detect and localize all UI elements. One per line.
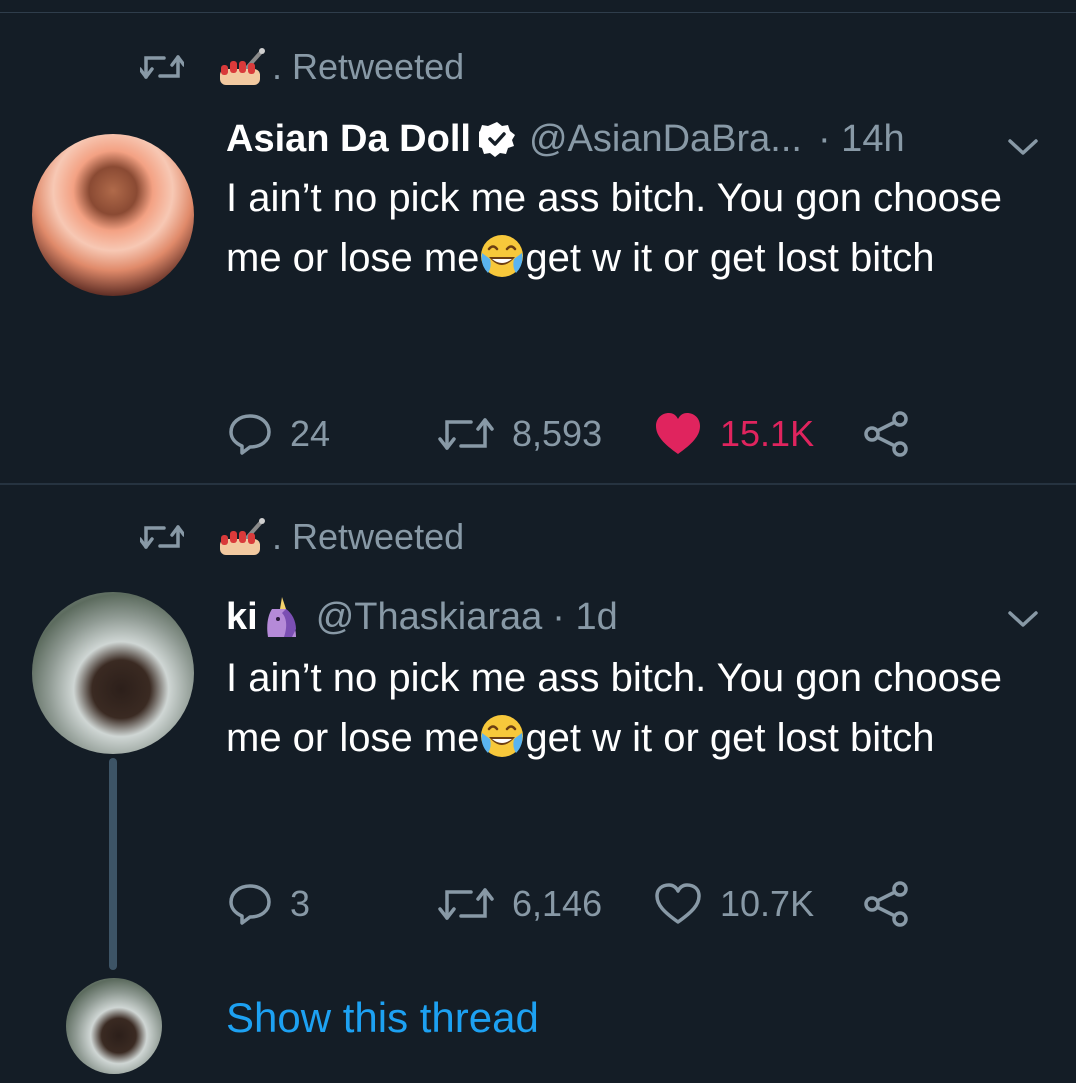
reply-count: 24	[290, 413, 331, 454]
handle[interactable]: @AsianDaBra...	[529, 118, 802, 161]
retweet-context: . Retweeted	[140, 46, 465, 87]
tweet-text-part2: get w it or get lost bitch	[525, 236, 935, 280]
avatar[interactable]	[32, 592, 194, 754]
retweet-count: 8,593	[512, 413, 603, 454]
retweet-context: . Retweeted	[140, 516, 465, 557]
tweet-actions: 24 8,593 15.1K	[226, 409, 926, 459]
tweet-text: I ain’t no pick me ass bitch. You gon ch…	[226, 648, 1026, 768]
tweet-1[interactable]: . Retweeted Asian Da Doll @AsianDaBra...…	[0, 14, 1076, 483]
retweeted-label: . Retweeted	[272, 46, 465, 87]
unicorn-emoji-icon	[266, 597, 296, 637]
laughing-face-emoji-icon	[481, 715, 524, 757]
tweet-actions: 3 6,146 10.7K	[226, 879, 926, 929]
share-icon	[864, 881, 908, 927]
tweet-header: ki @Thaskiaraa · 1d	[226, 592, 618, 642]
tweet-text-part2: get w it or get lost bitch	[525, 716, 935, 760]
retweet-icon	[438, 418, 494, 450]
retweet-button[interactable]: 8,593	[438, 409, 602, 459]
retweeted-label: . Retweeted	[272, 516, 465, 557]
reply-button[interactable]: 24	[228, 409, 330, 459]
nail-polish-emoji-icon	[220, 518, 265, 555]
heart-outline-icon	[655, 883, 701, 924]
thread-avatar[interactable]	[66, 978, 162, 1074]
tweet-text: I ain’t no pick me ass bitch. You gon ch…	[226, 168, 1026, 288]
display-name[interactable]: ki	[226, 596, 258, 639]
verified-badge-icon	[478, 122, 515, 157]
timestamp[interactable]: · 14h	[818, 118, 905, 161]
chevron-down-icon[interactable]	[1006, 608, 1040, 630]
reply-icon	[229, 414, 271, 455]
thread-connector-line	[109, 758, 117, 970]
reply-icon	[229, 884, 271, 925]
nail-polish-emoji-icon	[220, 48, 265, 85]
retweet-icon	[438, 888, 494, 920]
handle[interactable]: @Thaskiaraa	[316, 596, 543, 639]
heart-filled-icon	[656, 413, 700, 454]
share-button[interactable]	[862, 879, 928, 929]
share-button[interactable]	[862, 409, 928, 459]
reply-button[interactable]: 3	[228, 879, 310, 929]
timestamp[interactable]: · 1d	[552, 596, 617, 639]
avatar[interactable]	[32, 134, 194, 296]
laughing-face-emoji-icon	[481, 235, 524, 277]
display-name[interactable]: Asian Da Doll	[226, 118, 471, 161]
like-count: 10.7K	[720, 883, 815, 924]
retweet-button[interactable]: 6,146	[438, 879, 602, 929]
like-button[interactable]: 10.7K	[654, 879, 814, 929]
chevron-down-icon[interactable]	[1006, 136, 1040, 158]
like-count: 15.1K	[720, 413, 815, 454]
retweet-small-icon	[140, 525, 184, 549]
share-icon	[864, 411, 908, 457]
reply-count: 3	[290, 883, 311, 924]
retweet-count: 6,146	[512, 883, 603, 924]
retweet-small-icon	[140, 55, 184, 79]
top-border	[0, 12, 1076, 13]
tweet-header: Asian Da Doll @AsianDaBra... · 14h	[226, 114, 905, 164]
like-button[interactable]: 15.1K	[654, 409, 814, 459]
show-this-thread-link[interactable]: Show this thread	[226, 994, 539, 1042]
